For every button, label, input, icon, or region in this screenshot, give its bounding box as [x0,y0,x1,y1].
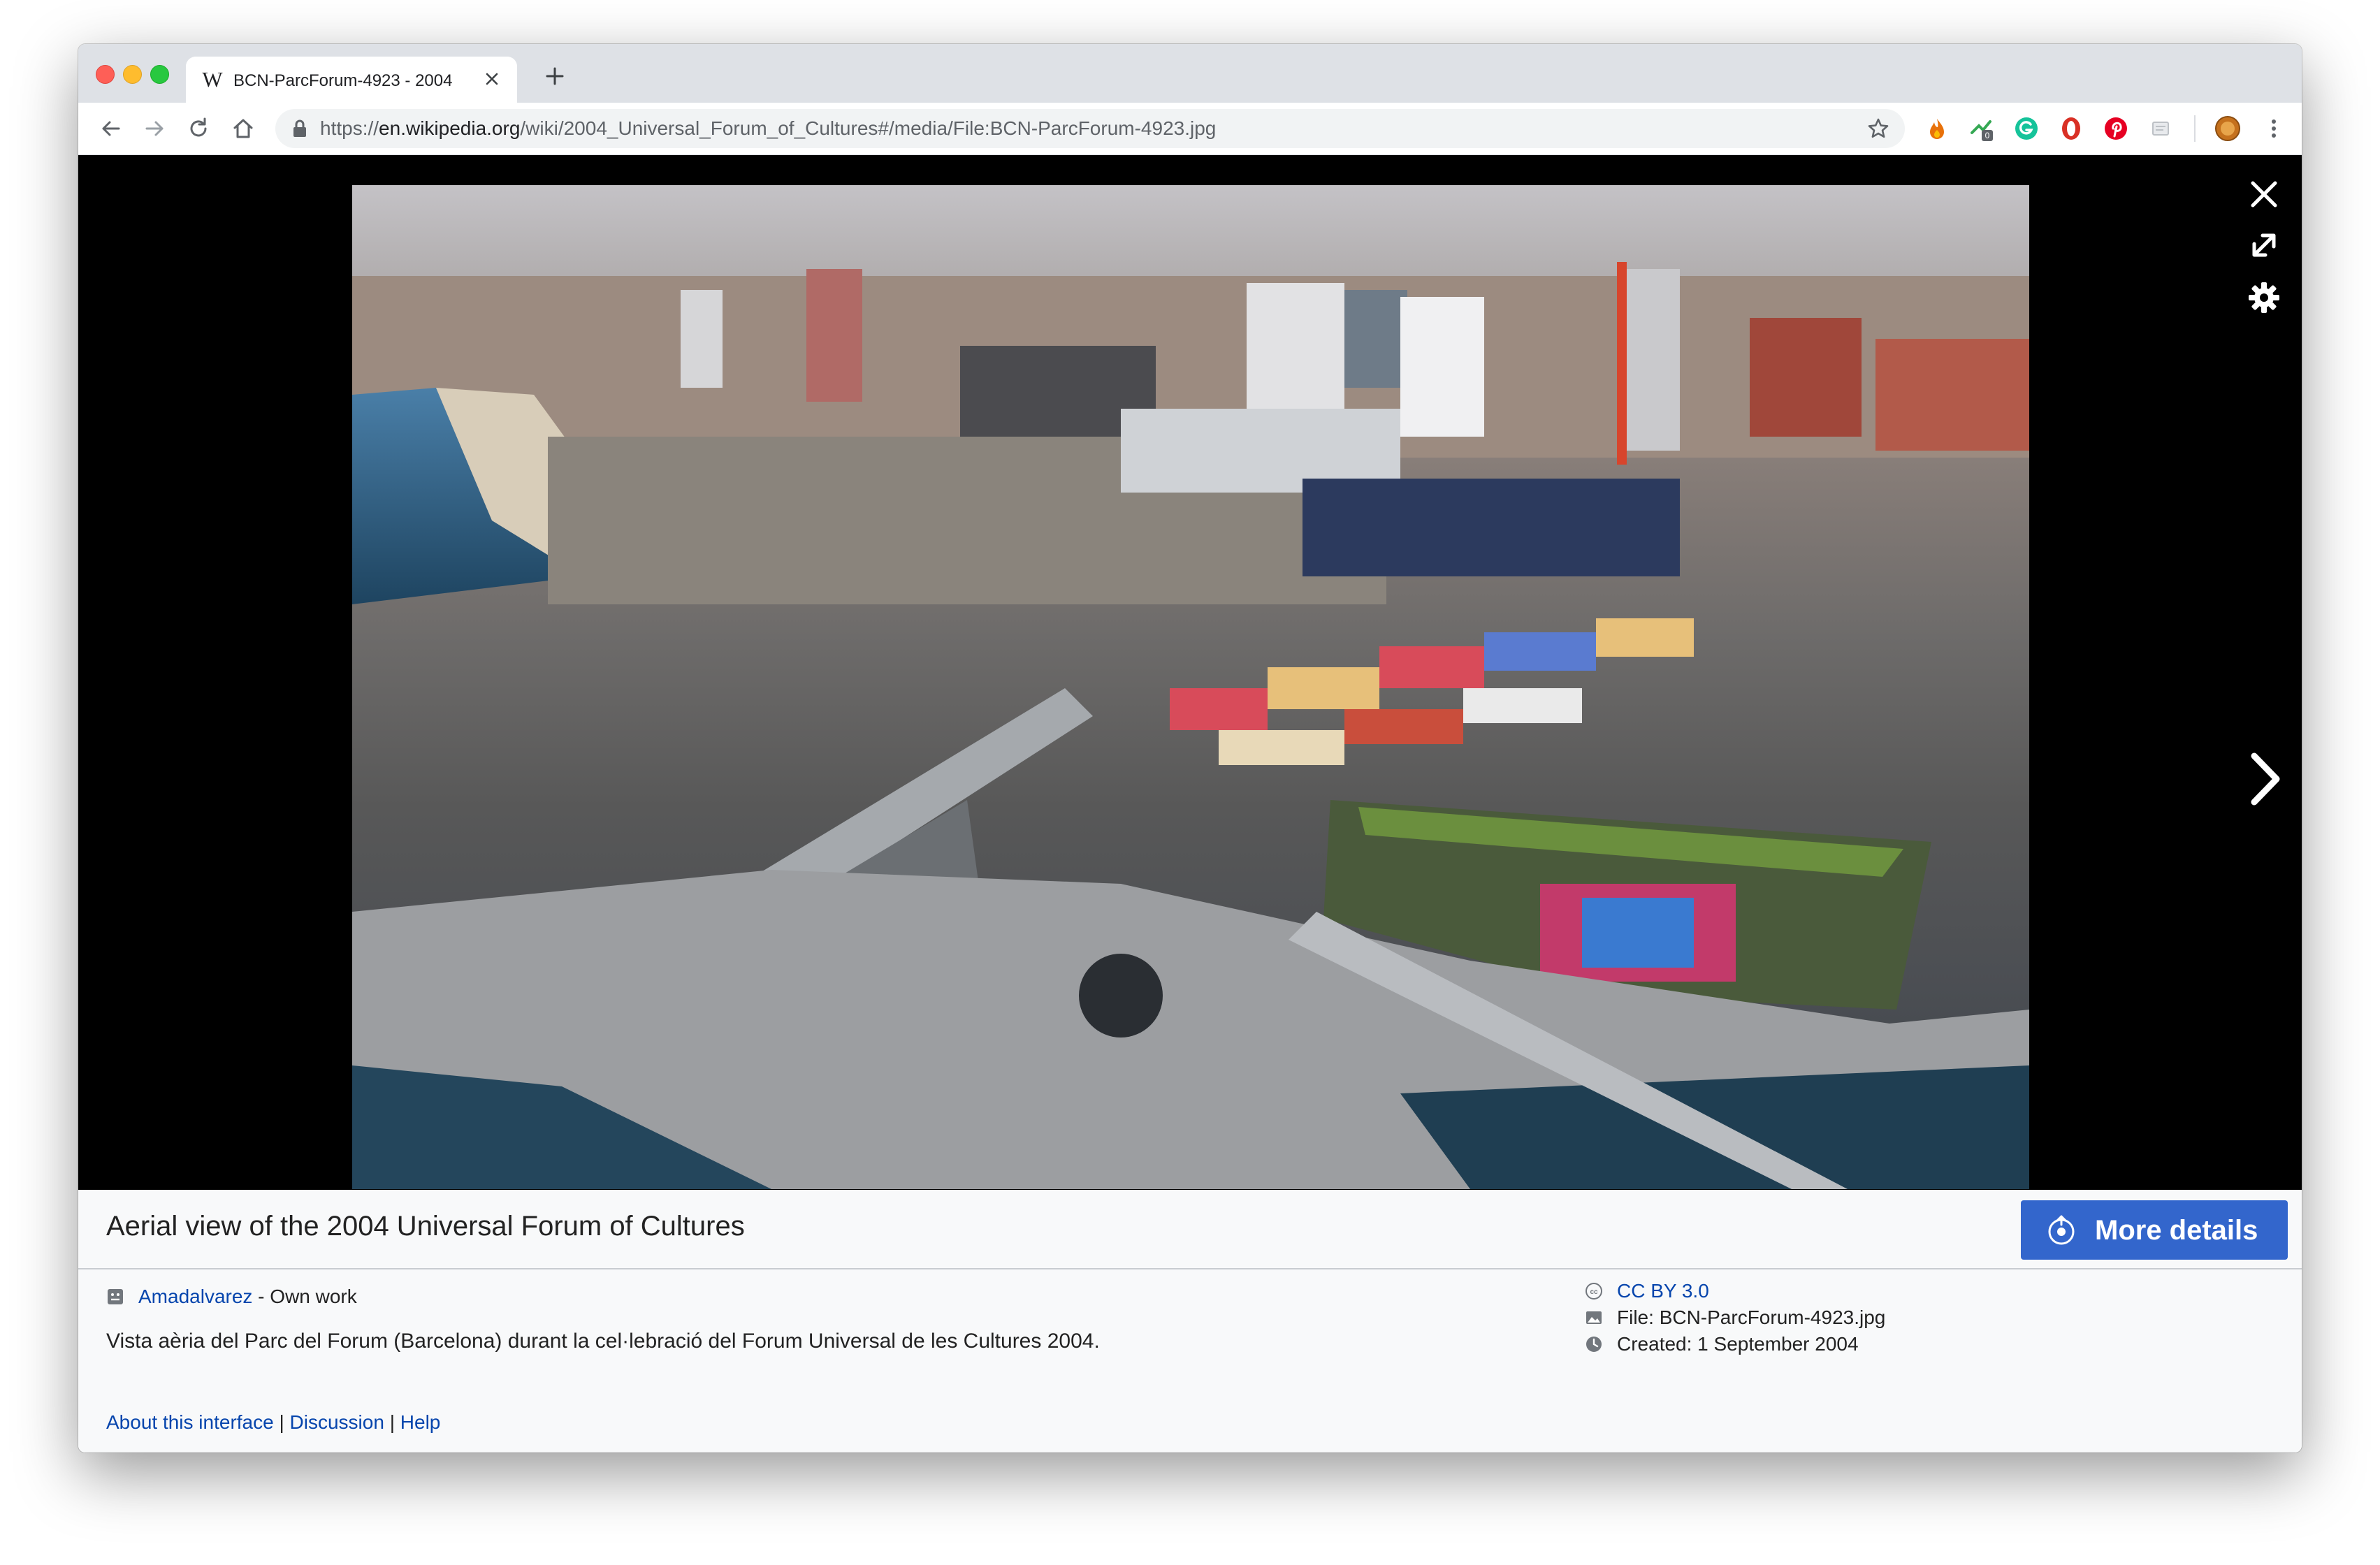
settings-gear-icon[interactable] [2246,279,2282,316]
profile-avatar[interactable] [2214,115,2242,143]
red-extension-icon[interactable] [2057,115,2085,143]
about-interface-link[interactable]: About this interface [106,1411,274,1433]
close-icon[interactable] [2246,176,2282,212]
media-viewer [78,155,2302,1190]
url-path: /wiki/2004_Universal_Forum_of_Cultures#/… [520,117,1217,139]
url-host: en.wikipedia.org [379,117,521,139]
cc-license-icon: cc [1586,1283,1602,1300]
author-link[interactable]: Amadalvarez [138,1286,252,1307]
created-date: 1 September 2004 [1697,1333,1859,1355]
window-maximize-button[interactable] [150,65,169,84]
home-icon[interactable] [229,115,257,143]
extension-badge: 0 [1985,131,1990,140]
aerial-photo-image [352,185,2029,1189]
grey-extension-icon[interactable] [2147,115,2175,143]
footer-links: About this interface | Discussion | Help [106,1411,440,1434]
tab-title: BCN-ParcForum-4923 - 2004 [233,71,453,90]
aerial-photo-illustration [352,185,2029,1189]
file-image-icon [1586,1311,1602,1324]
url-text[interactable]: https://en.wikipedia.org/wiki/2004_Unive… [320,117,1849,140]
discussion-link[interactable]: Discussion [290,1411,384,1433]
footer-separator: | [384,1411,400,1433]
more-details-button[interactable]: More details [2021,1200,2288,1260]
file-name: BCN-ParcForum-4923.jpg [1659,1306,1886,1328]
lock-icon [293,119,306,137]
browser-toolbar: https://en.wikipedia.org/wiki/2004_Unive… [78,103,2302,155]
menu-kebab-icon[interactable] [2260,115,2288,143]
window-close-button[interactable] [96,65,115,84]
created-line: Created: 1 September 2004 [1617,1332,1859,1356]
clock-icon [1586,1337,1602,1352]
author-suffix: - Own work [252,1286,357,1307]
forward-arrow-icon[interactable] [141,115,169,143]
reload-icon[interactable] [184,115,212,143]
toolbar-separator [2194,115,2196,142]
back-arrow-icon[interactable] [96,115,124,143]
svg-text:cc: cc [1590,1288,1598,1296]
created-label: Created: [1617,1333,1698,1355]
green-extension-icon[interactable]: 0 [1968,115,1996,143]
grammarly-extension-icon[interactable] [2012,115,2040,143]
file-line: File: BCN-ParcForum-4923.jpg [1617,1306,1885,1330]
bookmark-star-icon[interactable] [1866,116,1891,141]
license-link[interactable]: CC BY 3.0 [1617,1279,1709,1303]
tab-strip: W BCN-ParcForum-4923 - 2004 [78,44,2302,103]
fire-extension-icon[interactable] [1923,115,1951,143]
image-description: Vista aèria del Parc del Forum (Barcelon… [106,1330,1100,1353]
more-details-label: More details [2095,1215,2258,1246]
pinterest-extension-icon[interactable] [2102,115,2130,143]
tab-active[interactable]: W BCN-ParcForum-4923 - 2004 [186,57,517,103]
author-icon [108,1289,123,1304]
help-link[interactable]: Help [400,1411,441,1433]
file-label: File: [1617,1306,1660,1328]
fullscreen-icon[interactable] [2246,227,2282,263]
browser-window: W BCN-ParcForum-4923 - 2004 https://en.w… [78,44,2302,1453]
author-line: Amadalvarez - Own work [138,1285,357,1309]
metadata-panel: Aerial view of the 2004 Universal Forum … [78,1190,2302,1453]
commons-logo-icon [2048,1215,2075,1245]
metadata-divider [78,1268,2302,1269]
wikipedia-favicon-icon: W [202,67,223,92]
new-tab-icon[interactable] [539,61,570,92]
address-bar[interactable]: https://en.wikipedia.org/wiki/2004_Unive… [275,109,1905,148]
footer-separator: | [273,1411,290,1433]
window-minimize-button[interactable] [123,65,142,84]
url-scheme: https:// [320,117,379,139]
image-caption: Aerial view of the 2004 Universal Forum … [106,1211,745,1242]
next-image-icon[interactable] [2240,748,2289,810]
tab-close-icon[interactable] [479,66,505,92]
